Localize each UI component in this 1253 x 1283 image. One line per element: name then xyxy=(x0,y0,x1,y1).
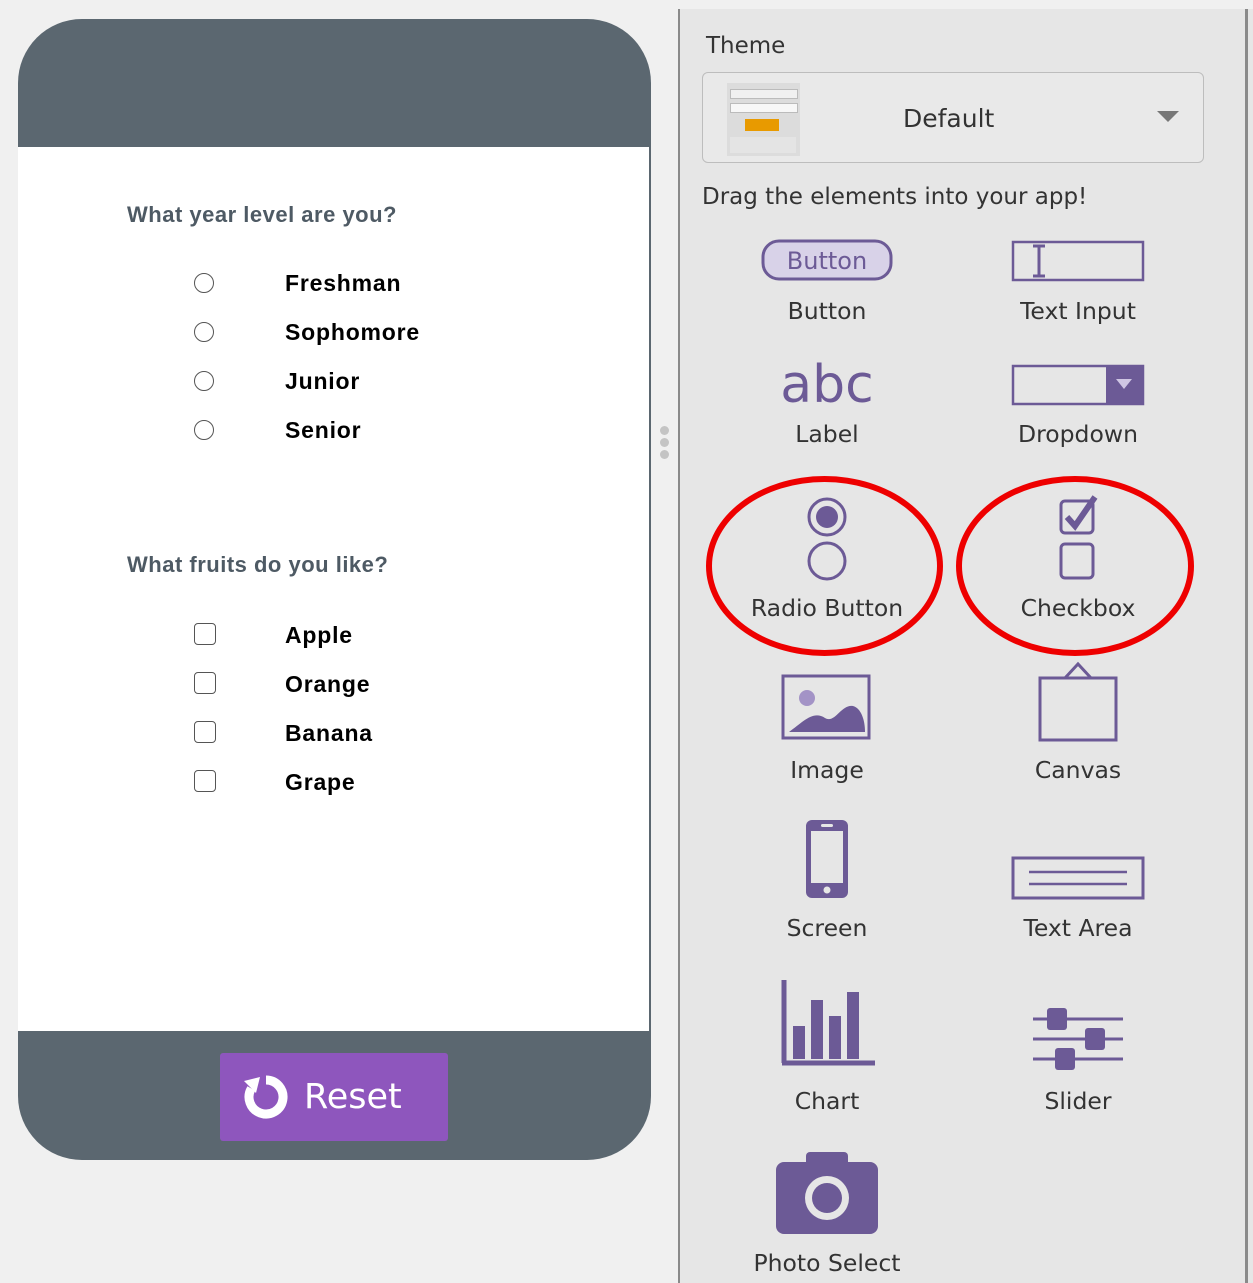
chevron-down-icon[interactable] xyxy=(1157,111,1179,122)
radio-option-label: Senior xyxy=(285,417,362,443)
radio-circle[interactable] xyxy=(194,420,214,440)
radio-button-icon xyxy=(807,497,847,581)
camera-icon xyxy=(776,1152,878,1234)
text-input-icon xyxy=(1011,240,1145,282)
toolbox-item-label: Chart xyxy=(794,1087,860,1115)
radio-option-label: Sophomore xyxy=(285,319,420,345)
resize-handle[interactable] xyxy=(660,426,669,462)
label-icon: abc xyxy=(780,358,873,414)
panel-edge xyxy=(1245,9,1248,1283)
checkbox-option-orange[interactable]: Orange xyxy=(194,671,494,701)
toolbox-item-label: Label xyxy=(795,420,859,448)
checkbox-square[interactable] xyxy=(194,672,216,694)
question-year-label: What year level are you? xyxy=(127,202,397,227)
svg-text:Button: Button xyxy=(787,247,867,275)
checkbox-option-label: Orange xyxy=(285,671,371,697)
toolbox-item-label: Text Input xyxy=(1020,297,1136,325)
reset-button-label: Reset xyxy=(304,1077,402,1117)
toolbox-item-label: Slider xyxy=(1044,1087,1112,1115)
dropdown-icon xyxy=(1011,364,1145,406)
checkbox-square[interactable] xyxy=(194,721,216,743)
toolbox-item-label: Text Area xyxy=(1023,914,1133,942)
checkbox-option-label: Banana xyxy=(285,720,373,746)
toolbox-item-label: Screen xyxy=(786,914,868,942)
checkbox-icon xyxy=(1059,495,1098,580)
theme-dropdown[interactable]: Default xyxy=(702,72,1204,163)
radio-circle[interactable] xyxy=(194,322,214,342)
toolbox-item-label: Photo Select xyxy=(753,1249,901,1277)
text-area-icon xyxy=(1011,856,1145,900)
toolbox-item-label: Dropdown xyxy=(1018,420,1138,448)
checkbox-square[interactable] xyxy=(194,623,216,645)
app-screen: What year level are you? Freshman Sophom… xyxy=(18,147,651,1031)
screen-icon xyxy=(806,820,848,898)
slider-icon xyxy=(1033,1008,1123,1070)
drag-instructions: Drag the elements into your app! xyxy=(702,184,1088,210)
chart-icon xyxy=(781,980,875,1066)
radio-option-label: Freshman xyxy=(285,270,402,296)
theme-preview-thumbnail xyxy=(727,83,800,156)
canvas-icon xyxy=(1038,661,1118,742)
app-preview-phone: What year level are you? Freshman Sophom… xyxy=(18,19,651,1160)
radio-circle[interactable] xyxy=(194,371,214,391)
radio-option-junior[interactable]: Junior xyxy=(194,368,494,398)
toolbox-item-label: Canvas xyxy=(1034,756,1122,784)
radio-option-label: Junior xyxy=(285,368,361,394)
toolbox-item-label: Radio Button xyxy=(750,594,904,622)
toolbox-item-label: Button xyxy=(787,297,867,325)
checkbox-option-label: Apple xyxy=(285,622,353,648)
radio-option-senior[interactable]: Senior xyxy=(194,417,494,447)
radio-option-freshman[interactable]: Freshman xyxy=(194,270,494,300)
toolbox-item-label: Checkbox xyxy=(1020,594,1136,622)
button-icon: Button xyxy=(761,239,893,281)
toolbox-item-label: Image xyxy=(790,756,864,784)
radio-option-sophomore[interactable]: Sophomore xyxy=(194,319,494,349)
checkbox-option-banana[interactable]: Banana xyxy=(194,720,494,750)
checkbox-option-label: Grape xyxy=(285,769,356,795)
reset-button[interactable]: Reset xyxy=(220,1053,448,1141)
checkbox-square[interactable] xyxy=(194,770,216,792)
theme-title: Theme xyxy=(706,33,786,59)
theme-selected-value: Default xyxy=(903,104,995,133)
checkbox-option-grape[interactable]: Grape xyxy=(194,769,494,799)
image-icon xyxy=(781,674,871,740)
question-fruits-label: What fruits do you like? xyxy=(127,552,389,577)
svg-text:abc: abc xyxy=(780,358,873,414)
refresh-icon xyxy=(244,1075,288,1119)
radio-circle[interactable] xyxy=(194,273,214,293)
checkbox-option-apple[interactable]: Apple xyxy=(194,622,494,652)
